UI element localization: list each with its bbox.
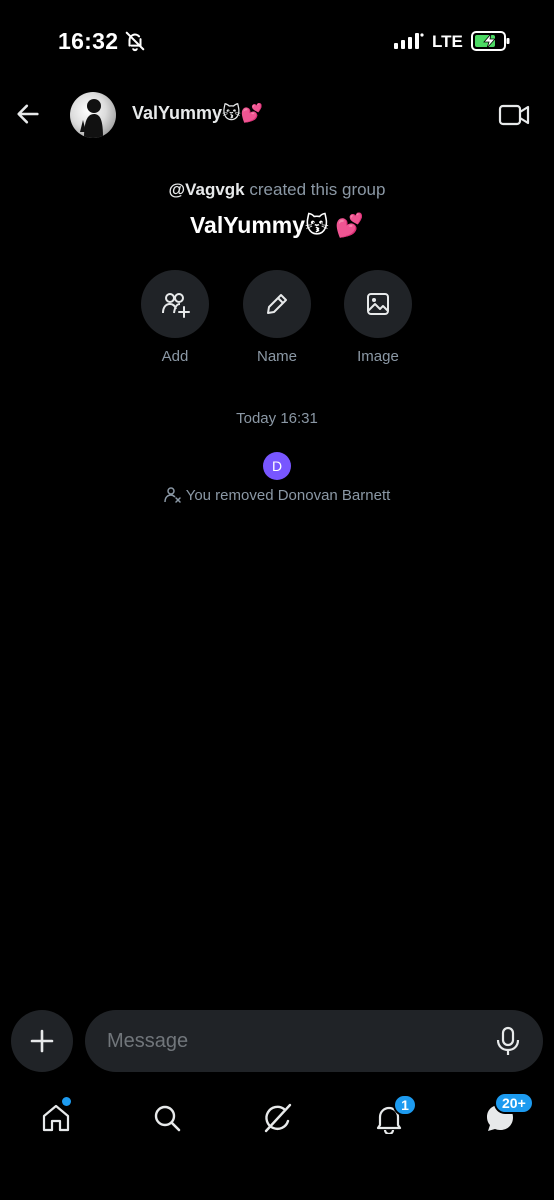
name-action[interactable]: Name bbox=[237, 270, 317, 365]
creator-handle[interactable]: @Vagvgk bbox=[169, 180, 245, 199]
search-icon bbox=[154, 1105, 181, 1132]
arrow-left-icon bbox=[17, 104, 39, 124]
removed-member-event: You removed Donovan Barnett bbox=[0, 486, 554, 504]
group-created-line: @Vagvgk created this group bbox=[0, 180, 554, 200]
bell-off-icon bbox=[125, 31, 145, 52]
nav-notifications[interactable]: 1 bbox=[369, 1094, 417, 1138]
nav-messages[interactable]: 20+ bbox=[480, 1092, 534, 1138]
attach-button[interactable] bbox=[11, 1010, 73, 1072]
silhouette-icon bbox=[80, 99, 103, 138]
home-icon bbox=[42, 1104, 70, 1132]
event-text: You removed Donovan Barnett bbox=[185, 486, 391, 504]
add-label: Add bbox=[161, 348, 189, 365]
nav-search[interactable] bbox=[147, 1098, 187, 1138]
add-people-icon bbox=[162, 293, 190, 318]
group-name: ValYummy😽 💕 bbox=[189, 212, 365, 238]
video-call-button[interactable] bbox=[496, 98, 532, 132]
image-icon bbox=[367, 293, 389, 315]
nav-home[interactable] bbox=[36, 1097, 76, 1138]
grok-icon bbox=[264, 1103, 292, 1133]
group-avatar[interactable] bbox=[70, 92, 116, 138]
status-bar: 16:32 LTE bbox=[0, 0, 554, 84]
video-camera-icon bbox=[498, 104, 530, 126]
nav-grok[interactable] bbox=[258, 1098, 298, 1138]
person-remove-icon bbox=[163, 487, 181, 503]
status-time: 16:32 bbox=[58, 28, 119, 54]
pencil-icon bbox=[267, 294, 287, 314]
member-avatar[interactable]: D bbox=[263, 452, 291, 480]
notifications-badge: 1 bbox=[393, 1094, 417, 1116]
messages-badge: 20+ bbox=[494, 1092, 534, 1114]
image-button[interactable] bbox=[344, 270, 412, 338]
image-action[interactable]: Image bbox=[338, 270, 418, 365]
name-label: Name bbox=[256, 348, 297, 365]
plus-icon bbox=[30, 1029, 54, 1053]
add-button[interactable] bbox=[141, 270, 209, 338]
signal-icon bbox=[394, 33, 424, 49]
conversation-header: ValYummy😽💕 bbox=[0, 84, 554, 146]
created-text: created this group bbox=[244, 180, 386, 199]
group-actions: Add Name Image bbox=[0, 270, 554, 370]
bottom-nav: 1 20+ bbox=[0, 1086, 554, 1148]
microphone-icon bbox=[496, 1026, 520, 1055]
home-unread-dot bbox=[62, 1097, 71, 1106]
voice-message-button[interactable] bbox=[493, 1025, 523, 1057]
add-action[interactable]: Add bbox=[135, 270, 215, 365]
back-button[interactable] bbox=[10, 96, 46, 132]
message-composer bbox=[85, 1010, 543, 1072]
name-button[interactable] bbox=[243, 270, 311, 338]
header-title[interactable]: ValYummy😽💕 bbox=[132, 103, 263, 124]
message-timestamp: Today 16:31 bbox=[236, 410, 318, 427]
battery-charging-icon bbox=[471, 31, 510, 51]
network-label: LTE bbox=[432, 32, 463, 51]
message-input[interactable] bbox=[107, 1010, 467, 1072]
image-label: Image bbox=[357, 348, 399, 365]
